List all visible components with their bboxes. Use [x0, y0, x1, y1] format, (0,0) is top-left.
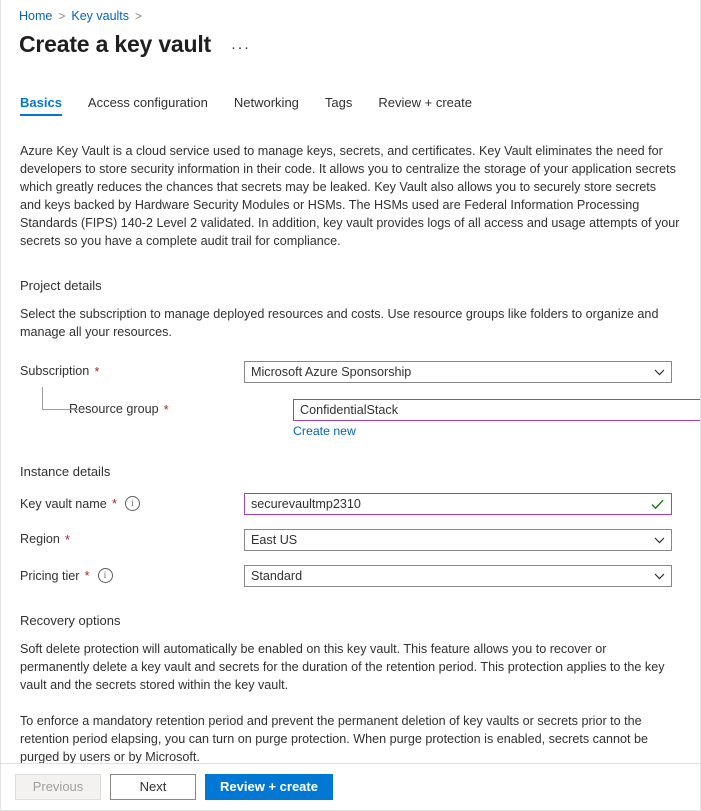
next-button[interactable]: Next — [110, 774, 196, 800]
info-icon[interactable]: i — [98, 568, 113, 583]
required-marker: * — [65, 533, 70, 546]
breadcrumb-separator-icon: > — [135, 10, 142, 22]
more-options-icon[interactable]: ··· — [227, 37, 255, 58]
previous-button[interactable]: Previous — [15, 774, 101, 800]
field-row-subscription: Subscription * Microsoft Azure Sponsorsh… — [20, 361, 682, 383]
label-resource-group: Resource group * — [20, 399, 293, 416]
recovery-options-paragraph-1: Soft delete protection will automaticall… — [20, 640, 675, 694]
tab-review-create[interactable]: Review + create — [378, 95, 472, 116]
resource-group-dropdown[interactable]: ConfidentialStack — [293, 399, 700, 421]
control-key-vault-name — [244, 493, 672, 515]
label-key-vault-name-text: Key vault name — [20, 497, 107, 511]
field-row-region: Region * East US — [20, 529, 682, 551]
label-key-vault-name: Key vault name * i — [20, 493, 244, 511]
control-subscription: Microsoft Azure Sponsorship — [244, 361, 672, 383]
field-row-resource-group: Resource group * ConfidentialStack Creat… — [20, 399, 682, 438]
review-create-button[interactable]: Review + create — [205, 774, 333, 800]
field-row-pricing-tier: Pricing tier * i Standard — [20, 565, 682, 587]
label-region: Region * — [20, 529, 244, 546]
pricing-tier-dropdown[interactable]: Standard — [244, 565, 672, 587]
label-subscription: Subscription * — [20, 361, 244, 378]
label-pricing-tier-text: Pricing tier — [20, 569, 80, 583]
section-heading-instance-details: Instance details — [20, 464, 682, 479]
subscription-dropdown[interactable]: Microsoft Azure Sponsorship — [244, 361, 672, 383]
project-details-description: Select the subscription to manage deploy… — [20, 305, 675, 341]
title-row: Create a key vault ··· — [1, 23, 700, 59]
section-heading-project-details: Project details — [20, 278, 682, 293]
page-title: Create a key vault — [19, 31, 211, 59]
recovery-options-paragraph-2: To enforce a mandatory retention period … — [20, 712, 675, 763]
control-resource-group: ConfidentialStack Create new — [293, 399, 700, 438]
create-new-resource-group-link[interactable]: Create new — [293, 424, 356, 438]
create-key-vault-page: Home > Key vaults > Create a key vault ·… — [0, 0, 701, 811]
intro-paragraph: Azure Key Vault is a cloud service used … — [20, 142, 680, 250]
action-bar: Previous Next Review + create — [1, 763, 700, 810]
required-marker: * — [94, 365, 99, 378]
required-marker: * — [85, 569, 90, 582]
label-pricing-tier: Pricing tier * i — [20, 565, 244, 583]
instance-details-form: Key vault name * i Region * — [20, 493, 682, 587]
breadcrumb-item-key-vaults[interactable]: Key vaults — [71, 10, 129, 23]
tab-bar: Basics Access configuration Networking T… — [1, 58, 700, 116]
key-vault-name-input[interactable] — [244, 493, 672, 515]
region-dropdown[interactable]: East US — [244, 529, 672, 551]
tab-networking[interactable]: Networking — [234, 95, 299, 116]
label-subscription-text: Subscription — [20, 364, 89, 378]
page-content: Home > Key vaults > Create a key vault ·… — [1, 0, 700, 763]
field-row-key-vault-name: Key vault name * i — [20, 493, 682, 515]
tab-access-configuration[interactable]: Access configuration — [88, 95, 208, 116]
tab-basics[interactable]: Basics — [20, 95, 62, 116]
label-region-text: Region — [20, 532, 60, 546]
project-details-form: Subscription * Microsoft Azure Sponsorsh… — [20, 361, 682, 438]
control-pricing-tier: Standard — [244, 565, 672, 587]
label-resource-group-text: Resource group — [69, 402, 159, 416]
breadcrumb-item-home[interactable]: Home — [19, 10, 52, 23]
info-icon[interactable]: i — [125, 496, 140, 511]
required-marker: * — [112, 497, 117, 510]
breadcrumb-separator-icon: > — [58, 10, 65, 22]
breadcrumb: Home > Key vaults > — [1, 0, 700, 23]
section-heading-recovery-options: Recovery options — [20, 613, 682, 628]
basics-form-body: Azure Key Vault is a cloud service used … — [1, 142, 700, 763]
tab-tags[interactable]: Tags — [325, 95, 352, 116]
required-marker: * — [164, 403, 169, 416]
control-region: East US — [244, 529, 672, 551]
